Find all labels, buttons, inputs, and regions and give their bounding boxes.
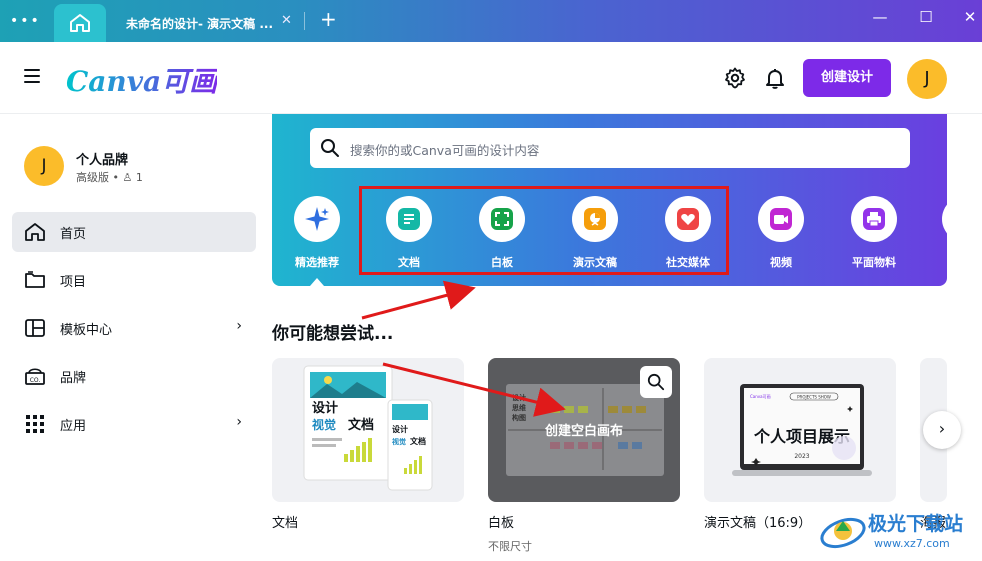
svg-text:视觉: 视觉: [392, 437, 406, 446]
card-label-docs[interactable]: 文档: [272, 512, 298, 531]
sidebar-item-projects[interactable]: 项目: [12, 260, 256, 300]
chevron-right-icon: ›: [236, 414, 242, 430]
sidebar-item-label: 项目: [60, 275, 87, 290]
sidebar: J 个人品牌 高级版 • ♙ 1 首页 项目 模板中心 › CO. 品牌 应用 …: [0, 114, 272, 561]
svg-text:设计: 设计: [512, 393, 526, 402]
search-icon: [321, 139, 339, 157]
brand-name: 个人品牌: [76, 153, 129, 168]
create-design-button[interactable]: 创建设计: [803, 59, 891, 97]
close-window-button[interactable]: ✕: [958, 8, 982, 26]
category-featured[interactable]: 精选推荐: [282, 196, 352, 276]
settings-gear-icon[interactable]: [723, 66, 747, 90]
hamburger-menu-icon[interactable]: [24, 69, 40, 83]
doc-thumb-title2: 视觉: [312, 417, 336, 432]
highlight-box: [359, 186, 729, 275]
doc-thumb-title3: 文档: [348, 417, 374, 433]
svg-text:CO.: CO.: [30, 377, 41, 384]
watermark-logo-icon: [820, 517, 866, 549]
brand-icon: CO.: [25, 368, 45, 385]
notification-bell-icon[interactable]: [763, 66, 787, 90]
search-icon: [647, 373, 665, 391]
tab-separator: [304, 12, 305, 30]
hero-banner: 搜索你的或Canva可画的设计内容 精选推荐 文档 白板 演示文稿 社交媒体 视…: [272, 114, 947, 286]
tab-close-icon[interactable]: ✕: [281, 13, 292, 28]
category-print[interactable]: 平面物料: [839, 196, 909, 276]
pres-thumb-header: PROJECTS SHOW: [797, 395, 831, 400]
sparkle-icon: [305, 207, 329, 231]
create-blank-canvas-label[interactable]: 创建空白画布: [488, 420, 680, 439]
suggestion-card-docs[interactable]: 设计 视觉 文档 设计 视觉 文档: [272, 358, 464, 502]
folder-icon: [25, 271, 45, 288]
sidebar-item-label: 模板中心: [60, 323, 113, 338]
sidebar-item-brand[interactable]: CO. 品牌: [12, 356, 256, 396]
pres-thumb-year: 2023: [794, 453, 809, 460]
category-video[interactable]: 视频: [746, 196, 816, 276]
document-tab[interactable]: 未命名的设计- 演示文稿 ... ✕: [106, 4, 302, 42]
sidebar-item-label: 品牌: [60, 371, 87, 386]
sidebar-item-label: 应用: [60, 419, 87, 434]
search-placeholder: 搜索你的或Canva可画的设计内容: [350, 143, 540, 158]
app-header: Canva可画 创建设计 J: [0, 42, 982, 114]
category-label: 平面物料: [852, 256, 896, 269]
watermark-title: 极光下载站: [868, 513, 964, 535]
brand-avatar: J: [24, 146, 64, 186]
sidebar-item-apps[interactable]: 应用 ›: [12, 404, 256, 444]
tab-title: 未命名的设计- 演示文稿 ...: [126, 17, 274, 31]
maximize-button[interactable]: ☐: [914, 8, 938, 26]
suggestion-card-presentation[interactable]: Canva可画 PROJECTS SHOW 个人项目展示 2023: [704, 358, 896, 502]
svg-text:Canva可画: Canva可画: [750, 394, 771, 399]
doc-thumb-title1: 设计: [312, 400, 338, 416]
watermark-url: www.xz7.com: [874, 537, 950, 550]
svg-text:文档: 文档: [410, 436, 426, 446]
card-label-presentation[interactable]: 演示文稿（16:9）: [704, 512, 811, 531]
docs-thumbnail: 设计 视觉 文档 设计 视觉 文档: [303, 365, 433, 491]
brand-plan: 高级版 • ♙ 1: [76, 171, 143, 184]
chevron-right-icon: ›: [938, 419, 946, 438]
apps-grid-icon: [26, 415, 44, 433]
category-circle: [758, 196, 804, 242]
suggestion-card-whiteboard[interactable]: 设计 思维 构图 创建空白画布: [488, 358, 680, 502]
suggestions-title: 你可能想尝试...: [272, 324, 394, 344]
canva-logo[interactable]: Canva可画: [66, 60, 217, 100]
chevron-right-icon: ›: [236, 318, 242, 334]
printer-icon: [863, 208, 885, 230]
category-circle: [942, 196, 947, 242]
user-avatar[interactable]: J: [907, 59, 947, 99]
selected-category-indicator: [310, 278, 324, 286]
card-sub-whiteboard: 不限尺寸: [488, 540, 532, 553]
sidebar-item-home[interactable]: 首页: [12, 212, 256, 252]
watermark: 极光下载站 www.xz7.com: [818, 505, 978, 557]
browser-menu-icon[interactable]: •••: [10, 12, 40, 30]
card-label-whiteboard[interactable]: 白板: [488, 512, 514, 531]
category-label: 精选推荐: [295, 256, 339, 269]
template-icon: [25, 319, 45, 337]
svg-text:设计: 设计: [392, 424, 408, 434]
preview-search-button[interactable]: [640, 366, 672, 398]
category-partial[interactable]: [932, 196, 947, 276]
presentation-thumbnail: Canva可画 PROJECTS SHOW 个人项目展示 2023: [732, 384, 872, 476]
category-circle: [294, 196, 340, 242]
category-circle: [851, 196, 897, 242]
minimize-button[interactable]: —: [868, 8, 892, 26]
home-icon: [25, 223, 45, 241]
sidebar-item-label: 首页: [60, 227, 87, 242]
video-icon: [770, 208, 792, 230]
svg-text:思维: 思维: [512, 403, 526, 412]
sidebar-item-templates[interactable]: 模板中心 ›: [12, 308, 256, 348]
home-icon: [70, 14, 90, 32]
browser-tab-bar: ••• 未命名的设计- 演示文稿 ... ✕ + — ☐ ✕: [0, 0, 982, 42]
search-input[interactable]: 搜索你的或Canva可画的设计内容: [310, 128, 910, 168]
carousel-next-button[interactable]: ›: [923, 411, 961, 449]
new-tab-button[interactable]: +: [320, 7, 337, 31]
home-tab[interactable]: [54, 4, 106, 42]
category-label: 视频: [770, 256, 792, 269]
arrow-to-categories: [361, 280, 476, 320]
